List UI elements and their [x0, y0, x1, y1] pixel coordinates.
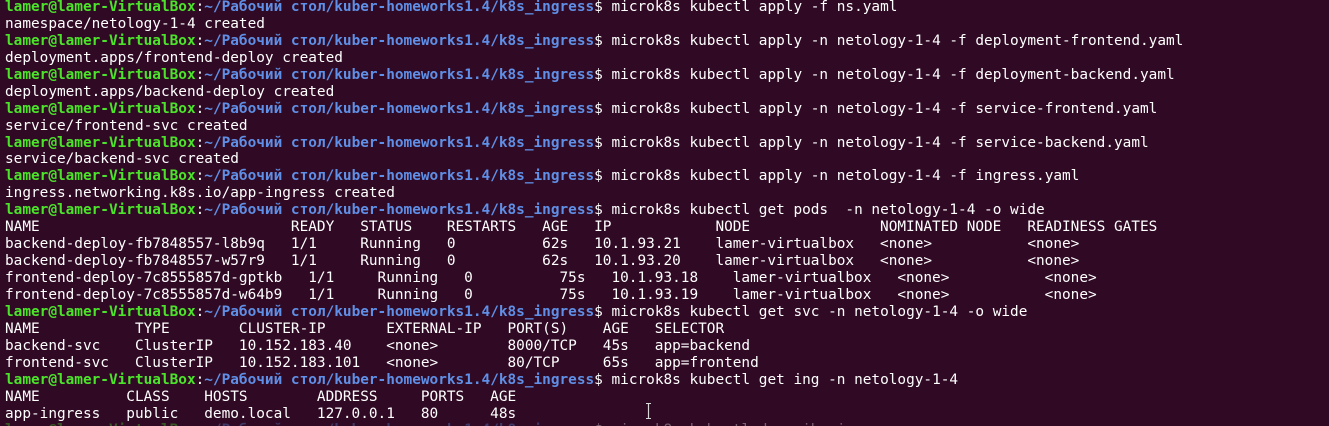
- prompt-user: lamer@lamer-VirtualBox: [5, 202, 196, 219]
- prompt-line: lamer@lamer-VirtualBox:~/Рабочий стол/ku…: [5, 168, 1329, 185]
- output-line: frontend-deploy-7c8555857d-w64b9 1/1 Run…: [5, 287, 1329, 304]
- prompt-line: lamer@lamer-VirtualBox:~/Рабочий стол/ku…: [5, 422, 1329, 426]
- prompt-user: lamer@lamer-VirtualBox: [5, 32, 196, 49]
- output-text: frontend-svc ClusterIP 10.152.183.101 <n…: [5, 354, 759, 371]
- output-line: NAME READY STATUS RESTARTS AGE IP NODE N…: [5, 219, 1329, 236]
- output-line: backend-svc ClusterIP 10.152.183.40 <non…: [5, 338, 1329, 355]
- command-text: microk8s kubectl apply -n netology-1-4 -…: [611, 100, 1158, 117]
- command-text: microk8s kubectl apply -n netology-1-4 -…: [611, 168, 1080, 185]
- prompt-symbol: $: [594, 202, 612, 219]
- prompt-separator: :: [195, 371, 205, 388]
- prompt-line: lamer@lamer-VirtualBox:~/Рабочий стол/ku…: [5, 67, 1329, 84]
- output-line: backend-deploy-fb7848557-w57r9 1/1 Runni…: [5, 253, 1329, 270]
- prompt-separator: :: [195, 168, 205, 185]
- prompt-user: lamer@lamer-VirtualBox: [5, 371, 196, 388]
- output-line: app-ingress public demo.local 127.0.0.1 …: [5, 406, 1329, 423]
- output-line: NAME TYPE CLUSTER-IP EXTERNAL-IP PORT(S)…: [5, 321, 1329, 338]
- prompt-path: ~/Рабочий стол/kuber-homeworks1.4/k8s_in…: [204, 371, 595, 388]
- prompt-line: lamer@lamer-VirtualBox:~/Рабочий стол/ku…: [5, 202, 1329, 219]
- prompt-path: ~/Рабочий стол/kuber-homeworks1.4/k8s_in…: [204, 202, 595, 219]
- prompt-line: lamer@lamer-VirtualBox:~/Рабочий стол/ku…: [5, 135, 1329, 152]
- output-text: frontend-deploy-7c8555857d-w64b9 1/1 Run…: [5, 286, 1097, 303]
- output-line: service/backend-svc created: [5, 151, 1329, 168]
- output-text: frontend-deploy-7c8555857d-gptkb 1/1 Run…: [5, 270, 1097, 286]
- prompt-path: ~/Рабочий стол/kuber-homeworks1.4/k8s_in…: [204, 100, 595, 117]
- output-line: namespace/netology-1-4 created: [5, 16, 1329, 33]
- output-text: backend-svc ClusterIP 10.152.183.40 <non…: [5, 337, 751, 354]
- output-line: frontend-deploy-7c8555857d-gptkb 1/1 Run…: [5, 270, 1329, 287]
- output-text: service/frontend-svc created: [5, 117, 248, 134]
- output-text: namespace/netology-1-4 created: [5, 15, 265, 32]
- prompt-separator: :: [195, 0, 205, 15]
- prompt-path: ~/Рабочий стол/kuber-homeworks1.4/k8s_in…: [204, 303, 595, 320]
- prompt-path: ~/Рабочий стол/kuber-homeworks1.4/k8s_in…: [204, 422, 594, 426]
- prompt-separator: :: [195, 303, 205, 320]
- prompt-line: lamer@lamer-VirtualBox:~/Рабочий стол/ku…: [5, 304, 1329, 321]
- prompt-user: lamer@lamer-VirtualBox: [5, 66, 196, 83]
- prompt-separator: :: [195, 66, 205, 83]
- command-text: microk8s kubectl apply -n netology-1-4 -…: [611, 134, 1149, 151]
- command-text: microk8s kubectl get ing -n netology-1-4: [611, 371, 959, 388]
- prompt-path: ~/Рабочий стол/kuber-homeworks1.4/k8s_in…: [204, 32, 595, 49]
- command-text: microk8s kubectl apply -n netology-1-4 -…: [611, 32, 1184, 49]
- command-text: microk8s kubectl apply -f ns.yaml: [611, 0, 898, 15]
- prompt-user: lamer@lamer-VirtualBox: [5, 303, 196, 320]
- command-text: microk8s kubectl get pods -n netology-1-…: [611, 202, 1045, 219]
- output-text: app-ingress public demo.local 127.0.0.1 …: [5, 405, 517, 422]
- output-line: NAME CLASS HOSTS ADDRESS PORTS AGE: [5, 389, 1329, 406]
- prompt-symbol: $: [594, 100, 612, 117]
- prompt-symbol: $: [594, 0, 612, 15]
- output-text: NAME CLASS HOSTS ADDRESS PORTS AGE: [5, 388, 517, 405]
- prompt-user: lamer@lamer-VirtualBox: [5, 134, 196, 151]
- prompt-path: ~/Рабочий стол/kuber-homeworks1.4/k8s_in…: [204, 0, 595, 15]
- prompt-symbol: $: [594, 371, 612, 388]
- prompt-separator: :: [195, 202, 205, 219]
- output-text: service/backend-svc created: [5, 151, 239, 168]
- output-text: backend-deploy-fb7848557-l8b9q 1/1 Runni…: [5, 236, 1080, 253]
- prompt-symbol: $: [594, 66, 612, 83]
- prompt-path: ~/Рабочий стол/kuber-homeworks1.4/k8s_in…: [204, 134, 595, 151]
- prompt-user: lamer@lamer-VirtualBox: [5, 100, 196, 117]
- command-text: microk8s kubectl apply -n netology-1-4 -…: [611, 66, 1175, 83]
- output-line: service/frontend-svc created: [5, 118, 1329, 135]
- output-line: frontend-svc ClusterIP 10.152.183.101 <n…: [5, 355, 1329, 372]
- prompt-symbol: $: [594, 32, 612, 49]
- prompt-symbol: $: [594, 168, 612, 185]
- prompt-symbol: $: [594, 422, 611, 426]
- command-text: microk8s kubectl get svc -n netology-1-4…: [611, 303, 1028, 320]
- prompt-separator: :: [196, 422, 205, 426]
- output-line: backend-deploy-fb7848557-l8b9q 1/1 Runni…: [5, 236, 1329, 253]
- output-text: NAME TYPE CLUSTER-IP EXTERNAL-IP PORT(S)…: [5, 320, 725, 337]
- output-line: deployment.apps/frontend-deploy created: [5, 50, 1329, 67]
- output-text: backend-deploy-fb7848557-w57r9 1/1 Runni…: [5, 253, 1080, 270]
- prompt-symbol: $: [594, 303, 612, 320]
- output-line: ingress.networking.k8s.io/app-ingress cr…: [5, 185, 1329, 202]
- prompt-separator: :: [195, 32, 205, 49]
- command-text: microk8s kubectl describe ingress: [612, 422, 898, 426]
- prompt-symbol: $: [594, 134, 612, 151]
- prompt-separator: :: [195, 100, 205, 117]
- prompt-path: ~/Рабочий стол/kuber-homeworks1.4/k8s_in…: [204, 66, 595, 83]
- prompt-line: lamer@lamer-VirtualBox:~/Рабочий стол/ku…: [5, 33, 1329, 50]
- prompt-path: ~/Рабочий стол/kuber-homeworks1.4/k8s_in…: [204, 168, 595, 185]
- prompt-line: lamer@lamer-VirtualBox:~/Рабочий стол/ku…: [5, 372, 1329, 389]
- output-text: NAME READY STATUS RESTARTS AGE IP NODE N…: [5, 219, 1158, 236]
- output-line: deployment.apps/backend-deploy created: [5, 84, 1329, 101]
- prompt-line: lamer@lamer-VirtualBox:~/Рабочий стол/ku…: [5, 101, 1329, 118]
- prompt-user: lamer@lamer-VirtualBox: [5, 168, 196, 185]
- prompt-line: lamer@lamer-VirtualBox:~/Рабочий стол/ku…: [5, 0, 1329, 16]
- output-text: deployment.apps/frontend-deploy created: [5, 49, 343, 66]
- output-text: ingress.networking.k8s.io/app-ingress cr…: [5, 185, 395, 202]
- prompt-user: lamer@lamer-VirtualBox: [5, 0, 196, 15]
- text-cursor-icon: [646, 403, 651, 419]
- terminal-window[interactable]: lamer@lamer-VirtualBox:~/Рабочий стол/ku…: [0, 0, 1329, 426]
- prompt-user: lamer@lamer-VirtualBox: [5, 422, 196, 426]
- prompt-separator: :: [195, 134, 205, 151]
- output-text: deployment.apps/backend-deploy created: [5, 83, 335, 100]
